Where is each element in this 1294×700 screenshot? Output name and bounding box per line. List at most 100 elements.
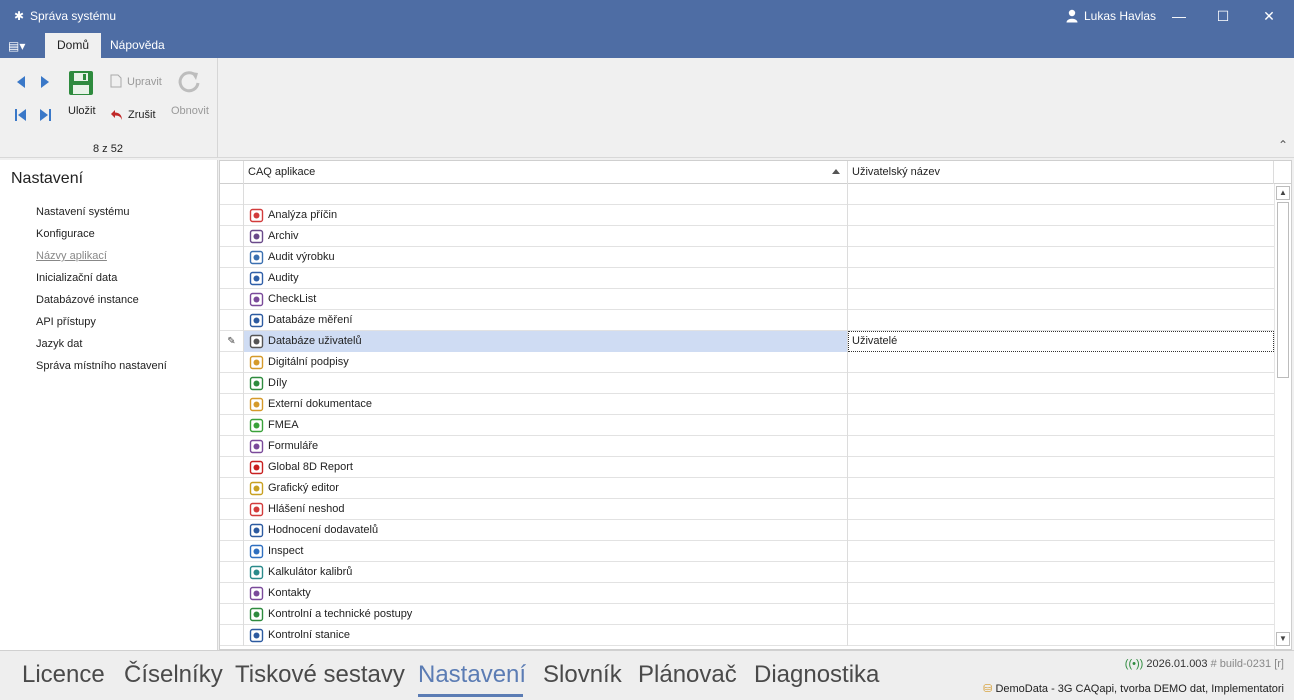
- table-row[interactable]: Databáze měření: [220, 310, 1274, 331]
- user-name-cell[interactable]: [848, 289, 1274, 310]
- table-row[interactable]: Hodnocení dodavatelů: [220, 520, 1274, 541]
- sidebar-item-initialization-data[interactable]: Inicializační data: [36, 272, 117, 284]
- caq-application-cell[interactable]: Díly: [244, 373, 848, 394]
- caq-application-cell[interactable]: Kalkulátor kalibrů: [244, 562, 848, 583]
- vertical-scrollbar[interactable]: ▲ ▼: [1274, 184, 1291, 649]
- table-row[interactable]: Formuláře: [220, 436, 1274, 457]
- first-record-icon[interactable]: [14, 108, 28, 122]
- save-button[interactable]: Uložit: [68, 105, 96, 117]
- collapse-ribbon-icon[interactable]: ⌃: [1278, 138, 1288, 152]
- module-licence[interactable]: Licence: [22, 661, 105, 689]
- previous-record-icon[interactable]: [14, 75, 28, 89]
- new-item-row[interactable]: [220, 184, 1274, 205]
- user-name-cell[interactable]: [848, 373, 1274, 394]
- user-name-cell[interactable]: [848, 247, 1274, 268]
- caq-application-cell[interactable]: Analýza příčin: [244, 205, 848, 226]
- column-header-caq-application[interactable]: CAQ aplikace: [244, 161, 848, 184]
- user-name-cell[interactable]: [848, 436, 1274, 457]
- user-name-cell[interactable]: [848, 625, 1274, 646]
- table-row[interactable]: CheckList: [220, 289, 1274, 310]
- caq-application-cell[interactable]: Kontrolní stanice: [244, 625, 848, 646]
- user-name-editor[interactable]: Uživatelé: [848, 331, 1274, 352]
- user-name-cell[interactable]: [848, 184, 1274, 205]
- user-name-cell[interactable]: [848, 268, 1274, 289]
- table-row[interactable]: Grafický editor: [220, 478, 1274, 499]
- current-user-name[interactable]: Lukas Havlas: [1084, 9, 1156, 23]
- scroll-up-icon[interactable]: ▲: [1276, 186, 1290, 200]
- sidebar-item-configuration[interactable]: Konfigurace: [36, 228, 95, 240]
- table-row[interactable]: Kalkulátor kalibrů: [220, 562, 1274, 583]
- sidebar-item-system-settings[interactable]: Nastavení systému: [36, 206, 130, 218]
- module-settings[interactable]: Nastavení: [418, 661, 526, 689]
- save-icon[interactable]: [68, 70, 94, 96]
- user-name-cell[interactable]: [848, 205, 1274, 226]
- caq-application-cell[interactable]: Databáze měření: [244, 310, 848, 331]
- caq-application-cell[interactable]: [244, 184, 848, 205]
- caq-application-cell[interactable]: Hodnocení dodavatelů: [244, 520, 848, 541]
- tab-home[interactable]: Domů: [45, 33, 102, 58]
- table-row[interactable]: Archiv: [220, 226, 1274, 247]
- user-name-cell[interactable]: [848, 415, 1274, 436]
- column-header-user-name[interactable]: Uživatelský název: [848, 161, 1274, 184]
- table-row[interactable]: Global 8D Report: [220, 457, 1274, 478]
- next-record-icon[interactable]: [38, 75, 52, 89]
- caq-application-cell[interactable]: Archiv: [244, 226, 848, 247]
- app-menu-button[interactable]: ▤▾: [8, 38, 36, 54]
- table-row[interactable]: Kontrolní stanice: [220, 625, 1274, 646]
- user-name-cell[interactable]: [848, 541, 1274, 562]
- caq-application-cell[interactable]: Audity: [244, 268, 848, 289]
- table-row[interactable]: FMEA: [220, 415, 1274, 436]
- table-row[interactable]: Kontrolní a technické postupy: [220, 604, 1274, 625]
- sidebar-item-data-language[interactable]: Jazyk dat: [36, 338, 82, 350]
- sidebar-item-database-instances[interactable]: Databázové instance: [36, 294, 139, 306]
- table-row[interactable]: Audit výrobku: [220, 247, 1274, 268]
- caq-application-cell[interactable]: Databáze uživatelů: [244, 331, 848, 352]
- refresh-button[interactable]: Obnovit: [171, 105, 209, 117]
- tab-help[interactable]: Nápověda: [98, 33, 177, 58]
- table-row[interactable]: Inspect: [220, 541, 1274, 562]
- caq-application-cell[interactable]: Audit výrobku: [244, 247, 848, 268]
- caq-application-cell[interactable]: Digitální podpisy: [244, 352, 848, 373]
- table-row[interactable]: Digitální podpisy: [220, 352, 1274, 373]
- table-row[interactable]: ✎ Databáze uživatelů Uživatelé: [220, 331, 1274, 352]
- table-row[interactable]: Audity: [220, 268, 1274, 289]
- caq-application-cell[interactable]: Global 8D Report: [244, 457, 848, 478]
- caq-application-cell[interactable]: Externí dokumentace: [244, 394, 848, 415]
- edit-button[interactable]: Upravit: [127, 76, 162, 88]
- last-record-icon[interactable]: [38, 108, 52, 122]
- user-name-cell[interactable]: [848, 499, 1274, 520]
- sort-ascending-icon[interactable]: [832, 169, 840, 174]
- user-name-cell[interactable]: [848, 562, 1274, 583]
- minimize-button[interactable]: —: [1156, 0, 1202, 32]
- sidebar-item-api-access[interactable]: API přístupy: [36, 316, 96, 328]
- user-name-cell[interactable]: [848, 310, 1274, 331]
- caq-application-cell[interactable]: Hlášení neshod: [244, 499, 848, 520]
- user-name-cell[interactable]: [848, 352, 1274, 373]
- maximize-button[interactable]: ☐: [1200, 0, 1246, 32]
- user-name-cell[interactable]: [848, 604, 1274, 625]
- module-diagnostics[interactable]: Diagnostika: [754, 661, 879, 689]
- module-print-reports[interactable]: Tiskové sestavy: [235, 661, 405, 689]
- table-row[interactable]: Kontakty: [220, 583, 1274, 604]
- caq-application-cell[interactable]: Grafický editor: [244, 478, 848, 499]
- user-name-cell[interactable]: [848, 394, 1274, 415]
- module-dictionary[interactable]: Slovník: [543, 661, 622, 689]
- sidebar-item-application-names[interactable]: Názvy aplikací: [36, 250, 107, 262]
- user-name-cell[interactable]: [848, 520, 1274, 541]
- caq-application-cell[interactable]: Inspect: [244, 541, 848, 562]
- user-name-cell[interactable]: [848, 478, 1274, 499]
- caq-application-cell[interactable]: Kontrolní a technické postupy: [244, 604, 848, 625]
- sidebar-item-local-settings[interactable]: Správa místního nastavení: [36, 360, 167, 372]
- caq-application-cell[interactable]: Formuláře: [244, 436, 848, 457]
- module-scheduler[interactable]: Plánovač: [638, 661, 737, 689]
- cancel-button[interactable]: Zrušit: [128, 109, 156, 121]
- caq-application-cell[interactable]: Kontakty: [244, 583, 848, 604]
- table-row[interactable]: Externí dokumentace: [220, 394, 1274, 415]
- table-row[interactable]: Analýza příčin: [220, 205, 1274, 226]
- table-row[interactable]: Hlášení neshod: [220, 499, 1274, 520]
- user-name-cell[interactable]: Uživatelé: [848, 331, 1274, 352]
- caq-application-cell[interactable]: FMEA: [244, 415, 848, 436]
- close-button[interactable]: ✕: [1246, 0, 1292, 32]
- scrollbar-thumb[interactable]: [1277, 202, 1289, 378]
- scroll-down-icon[interactable]: ▼: [1276, 632, 1290, 646]
